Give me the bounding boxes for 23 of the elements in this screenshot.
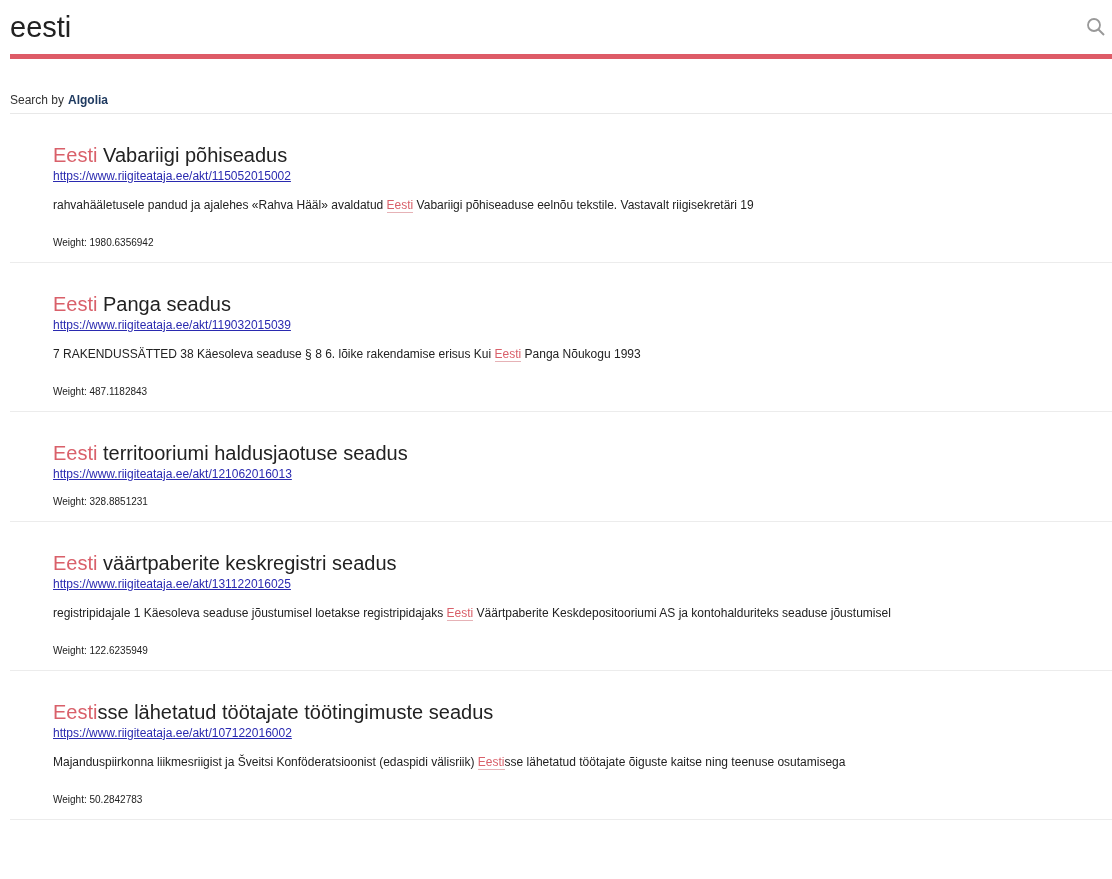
result-link[interactable]: https://www.riigiteataja.ee/akt/131122016025 <box>53 577 291 591</box>
result-snippet: rahvahääletusele pandud ja ajalehes «Rahva Hääl» avaldatud Eesti Vabariigi põhiseaduse eelnõu tekstile. Vastavalt riigisekretäri 19 <box>53 198 755 213</box>
result-snippet: Majanduspiirkonna liikmesriigist ja Šveitsi Konföderatsioonist (edaspidi välisriik) Eestisse lähetatud töötajate õiguste kaitse ning teenuse osutamisega <box>53 755 847 770</box>
result-weight: Weight: 50.2842783 <box>53 794 144 805</box>
result-snippet: 7 RAKENDUSSÄTTED 38 Käesoleva seaduse § 8 6. lõike rakendamise erisus Kui Eesti Panga Nõukogu 1993 <box>53 347 642 362</box>
result-title[interactable]: Eesti territooriumi haldusjaotuse seadus <box>53 442 1112 464</box>
result-link[interactable]: https://www.riigiteataja.ee/akt/121062016013 <box>53 467 292 481</box>
result-link[interactable]: https://www.riigiteataja.ee/akt/119032015039 <box>53 318 291 332</box>
search-field[interactable]: eesti <box>10 7 1086 47</box>
result-title[interactable]: Eesti Vabariigi põhiseadus <box>53 144 1112 166</box>
result-link[interactable]: https://www.riigiteataja.ee/akt/115052015002 <box>53 169 291 183</box>
result-weight: Weight: 328.8851231 <box>53 496 149 507</box>
result-weight: Weight: 487.1182843 <box>53 386 149 397</box>
result-weight: Weight: 122.6235949 <box>53 645 149 656</box>
brand-logo[interactable]: Algolia <box>68 93 109 107</box>
search-icon[interactable] <box>1086 17 1106 37</box>
attribution-text: Search by <box>10 93 65 107</box>
result-weight: Weight: 1980.6356942 <box>53 237 155 248</box>
result-title[interactable]: Eesti väärtpaberite keskregistri seadus <box>53 552 1112 574</box>
result-title[interactable]: Eesti Panga seadus <box>53 293 1112 315</box>
result-snippet: registripidajale 1 Käesoleva seaduse jõustumisel loetakse registripidajaks Eesti Väärtpaberite Keskdepositooriumi AS ja kontohalduriteks seaduse jõustumisel <box>53 606 892 621</box>
result-link[interactable]: https://www.riigiteataja.ee/akt/107122016002 <box>53 726 292 740</box>
result-title[interactable]: Eestisse lähetatud töötajate töötingimuste seadus <box>53 701 1112 723</box>
